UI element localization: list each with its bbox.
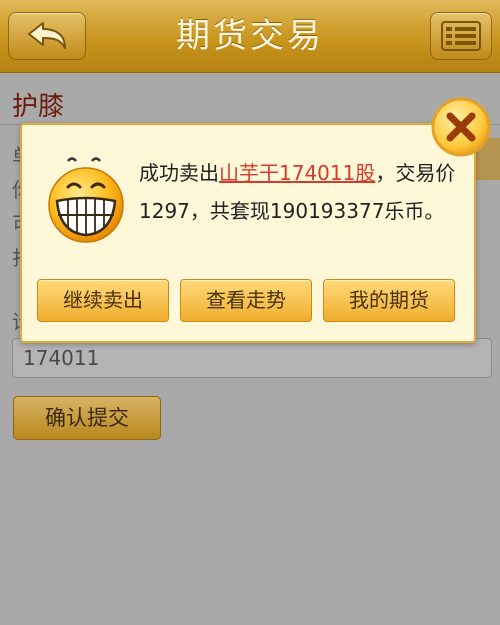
quantity-input[interactable]: 174011 [12,338,492,378]
top-nav-bar: 期货交易 [0,0,500,73]
confirm-submit-button[interactable]: 确认提交 [13,396,161,440]
success-dialog: 成功卖出山芋干174011股，交易价1297，共套现190193377乐币。 继… [20,123,476,343]
message-prefix: 成功卖出 [139,161,219,185]
my-futures-button[interactable]: 我的期货 [323,279,455,322]
list-menu-icon [441,21,481,51]
menu-button[interactable] [430,12,492,60]
stock-link[interactable]: 山芋干174011股 [219,161,375,185]
continue-sell-button[interactable]: 继续卖出 [37,279,169,322]
item-title: 护膝 [12,92,65,122]
view-trend-button[interactable]: 查看走势 [180,279,312,322]
close-icon[interactable] [430,96,492,158]
dialog-message: 成功卖出山芋干174011股，交易价1297，共套现190193377乐币。 [139,154,459,230]
grinning-face-icon [48,157,124,243]
page-header-title: 期货交易 [176,16,324,56]
